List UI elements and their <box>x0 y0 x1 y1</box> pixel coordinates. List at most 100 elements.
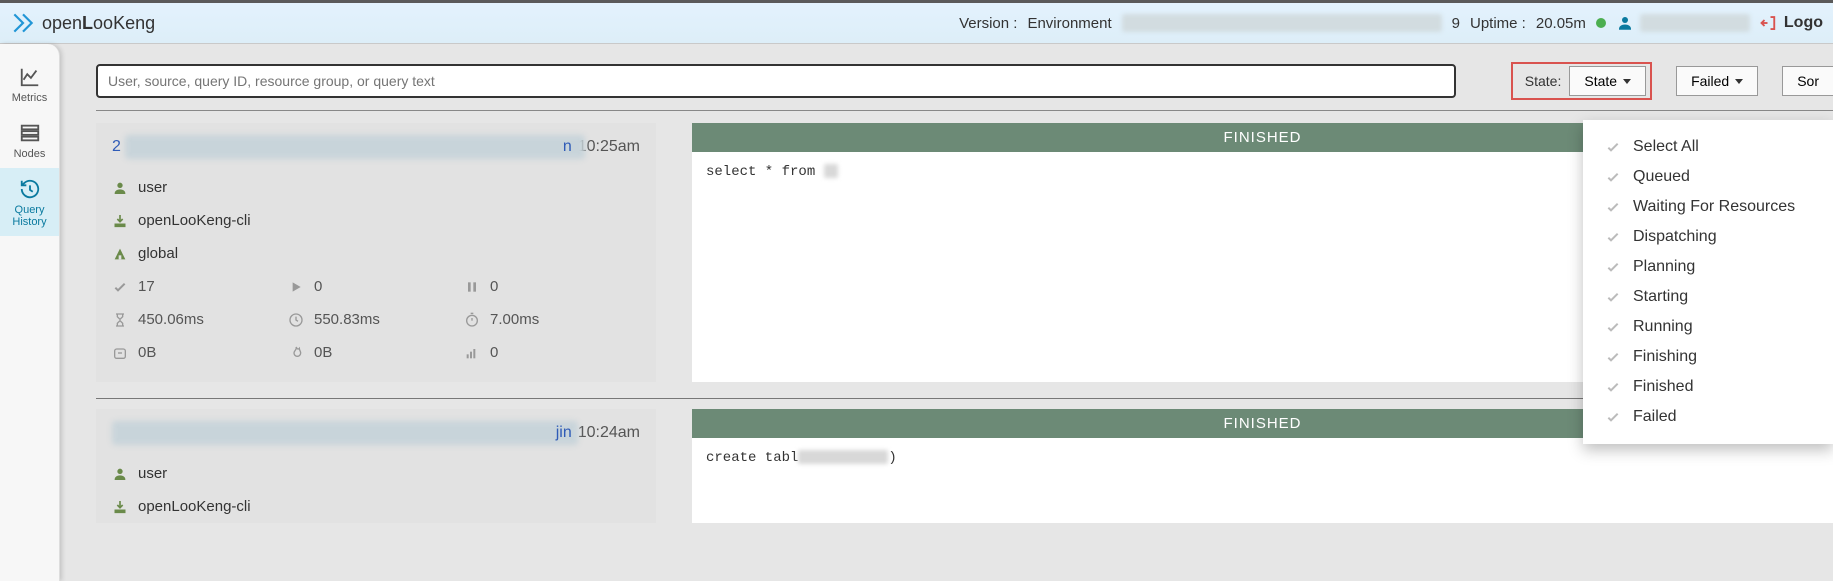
stat-done: 17 <box>112 278 288 295</box>
sidebar-item-nodes[interactable]: Nodes <box>0 112 59 168</box>
query-id-tail: jin <box>556 424 572 442</box>
filter-controls: State: State Failed Sor Select All <box>1511 62 1833 100</box>
stopwatch-icon <box>464 312 480 328</box>
divider <box>96 110 1833 111</box>
query-id-tail: n <box>563 138 572 156</box>
sidebar: Metrics Nodes Query History <box>0 44 60 581</box>
top-header: openLooKeng Version : Environment 9 Upti… <box>0 0 1833 44</box>
pause-icon <box>464 279 480 295</box>
stat-queued: 0 <box>464 278 640 295</box>
sort-dropdown-button[interactable]: Sor <box>1782 66 1833 96</box>
nodes-icon <box>17 122 43 144</box>
fire-icon <box>288 345 304 361</box>
stat-running: 0 <box>288 278 464 295</box>
state-option-failed[interactable]: Failed <box>1583 402 1833 432</box>
history-icon <box>17 178 43 200</box>
check-icon <box>1605 289 1621 305</box>
play-icon <box>288 279 304 295</box>
query-card: 2 n 10:25am user openLooKeng-cli global <box>96 123 1833 382</box>
stat-wall-time: 550.83ms <box>288 311 464 328</box>
query-group-row: global <box>96 237 656 270</box>
scale-icon <box>112 345 128 361</box>
state-option-waiting[interactable]: Waiting For Resources <box>1583 192 1833 222</box>
sidebar-item-label: Query History <box>0 204 59 228</box>
query-sql: create tabl) <box>692 438 1833 498</box>
check-icon <box>112 279 128 295</box>
check-icon <box>1605 139 1621 155</box>
state-filter-group: State: State <box>1511 62 1652 100</box>
stat-mem-current: 0B <box>112 344 288 361</box>
logout-button[interactable]: Logo <box>1760 14 1823 32</box>
status-dot-icon <box>1596 18 1606 28</box>
check-icon <box>1605 199 1621 215</box>
divider <box>96 398 1833 399</box>
uptime-label: Uptime : <box>1470 15 1526 32</box>
query-source: openLooKeng-cli <box>138 498 251 515</box>
query-summary: jin 10:24am user openLooKeng-cli <box>96 409 656 523</box>
clock-icon <box>288 312 304 328</box>
query-id-row[interactable]: jin 10:24am <box>96 409 656 457</box>
state-option-select-all[interactable]: Select All <box>1583 132 1833 162</box>
check-icon <box>1605 169 1621 185</box>
query-id-row[interactable]: 2 n 10:25am <box>96 123 656 171</box>
failed-dropdown-button[interactable]: Failed <box>1676 66 1758 96</box>
sidebar-item-query-history[interactable]: Query History <box>0 168 59 236</box>
logo-icon <box>10 10 36 36</box>
logout-icon <box>1760 14 1778 32</box>
state-option-dispatching[interactable]: Dispatching <box>1583 222 1833 252</box>
check-icon <box>1605 229 1621 245</box>
state-option-planning[interactable]: Planning <box>1583 252 1833 282</box>
query-row-counts: 17 0 0 <box>96 270 656 303</box>
user-chip[interactable] <box>1616 14 1750 32</box>
group-icon <box>112 246 128 262</box>
query-source: openLooKeng-cli <box>138 212 251 229</box>
query-group: global <box>138 245 178 262</box>
state-option-starting[interactable]: Starting <box>1583 282 1833 312</box>
uptime-value: 20.05m <box>1536 15 1586 32</box>
query-source-row: openLooKeng-cli <box>96 204 656 237</box>
query-mem-stats: 0B 0B 0 <box>96 336 656 369</box>
user-icon <box>112 180 128 196</box>
query-user-row: user <box>96 457 656 490</box>
environment-label: Environment <box>1027 15 1111 32</box>
sidebar-item-metrics[interactable]: Metrics <box>0 56 59 112</box>
state-option-finishing[interactable]: Finishing <box>1583 342 1833 372</box>
state-dropdown-button[interactable]: State <box>1569 66 1646 96</box>
logo[interactable]: openLooKeng <box>10 10 155 36</box>
query-id-blurred <box>125 135 585 159</box>
stat-queued-time: 450.06ms <box>112 311 288 328</box>
query-source-row: openLooKeng-cli <box>96 490 656 523</box>
check-icon <box>1605 379 1621 395</box>
stat-cpu-time: 7.00ms <box>464 311 640 328</box>
state-dropdown-menu: Select All Queued Waiting For Resources … <box>1583 120 1833 444</box>
query-user: user <box>138 465 167 482</box>
check-icon <box>1605 409 1621 425</box>
query-id-blurred <box>112 421 578 445</box>
sidebar-item-label: Nodes <box>0 148 59 160</box>
sidebar-item-label: Metrics <box>0 92 59 104</box>
check-icon <box>1605 259 1621 275</box>
query-summary: 2 n 10:25am user openLooKeng-cli global <box>96 123 656 382</box>
query-time-stats: 450.06ms 550.83ms 7.00ms <box>96 303 656 336</box>
logout-label: Logo <box>1784 14 1823 32</box>
stat-cumulative: 0 <box>464 344 640 361</box>
check-icon <box>1605 349 1621 365</box>
check-icon <box>1605 319 1621 335</box>
query-card: jin 10:24am user openLooKeng-cli FINISHE… <box>96 409 1833 523</box>
filter-bar: State: State Failed Sor Select All <box>96 62 1833 100</box>
state-option-finished[interactable]: Finished <box>1583 372 1833 402</box>
search-input[interactable] <box>96 64 1456 98</box>
caret-down-icon <box>1735 79 1743 84</box>
logo-text: openLooKeng <box>42 13 155 34</box>
bars-icon <box>464 345 480 361</box>
query-user-row: user <box>96 171 656 204</box>
header-right: Version : Environment 9 Uptime : 20.05m … <box>959 14 1823 32</box>
state-option-queued[interactable]: Queued <box>1583 162 1833 192</box>
source-icon <box>112 499 128 515</box>
hourglass-icon <box>112 312 128 328</box>
username-value <box>1640 14 1750 32</box>
state-label: State: <box>1517 67 1570 95</box>
state-option-running[interactable]: Running <box>1583 312 1833 342</box>
query-time: 10:24am <box>572 424 640 442</box>
stat-mem-peak: 0B <box>288 344 464 361</box>
